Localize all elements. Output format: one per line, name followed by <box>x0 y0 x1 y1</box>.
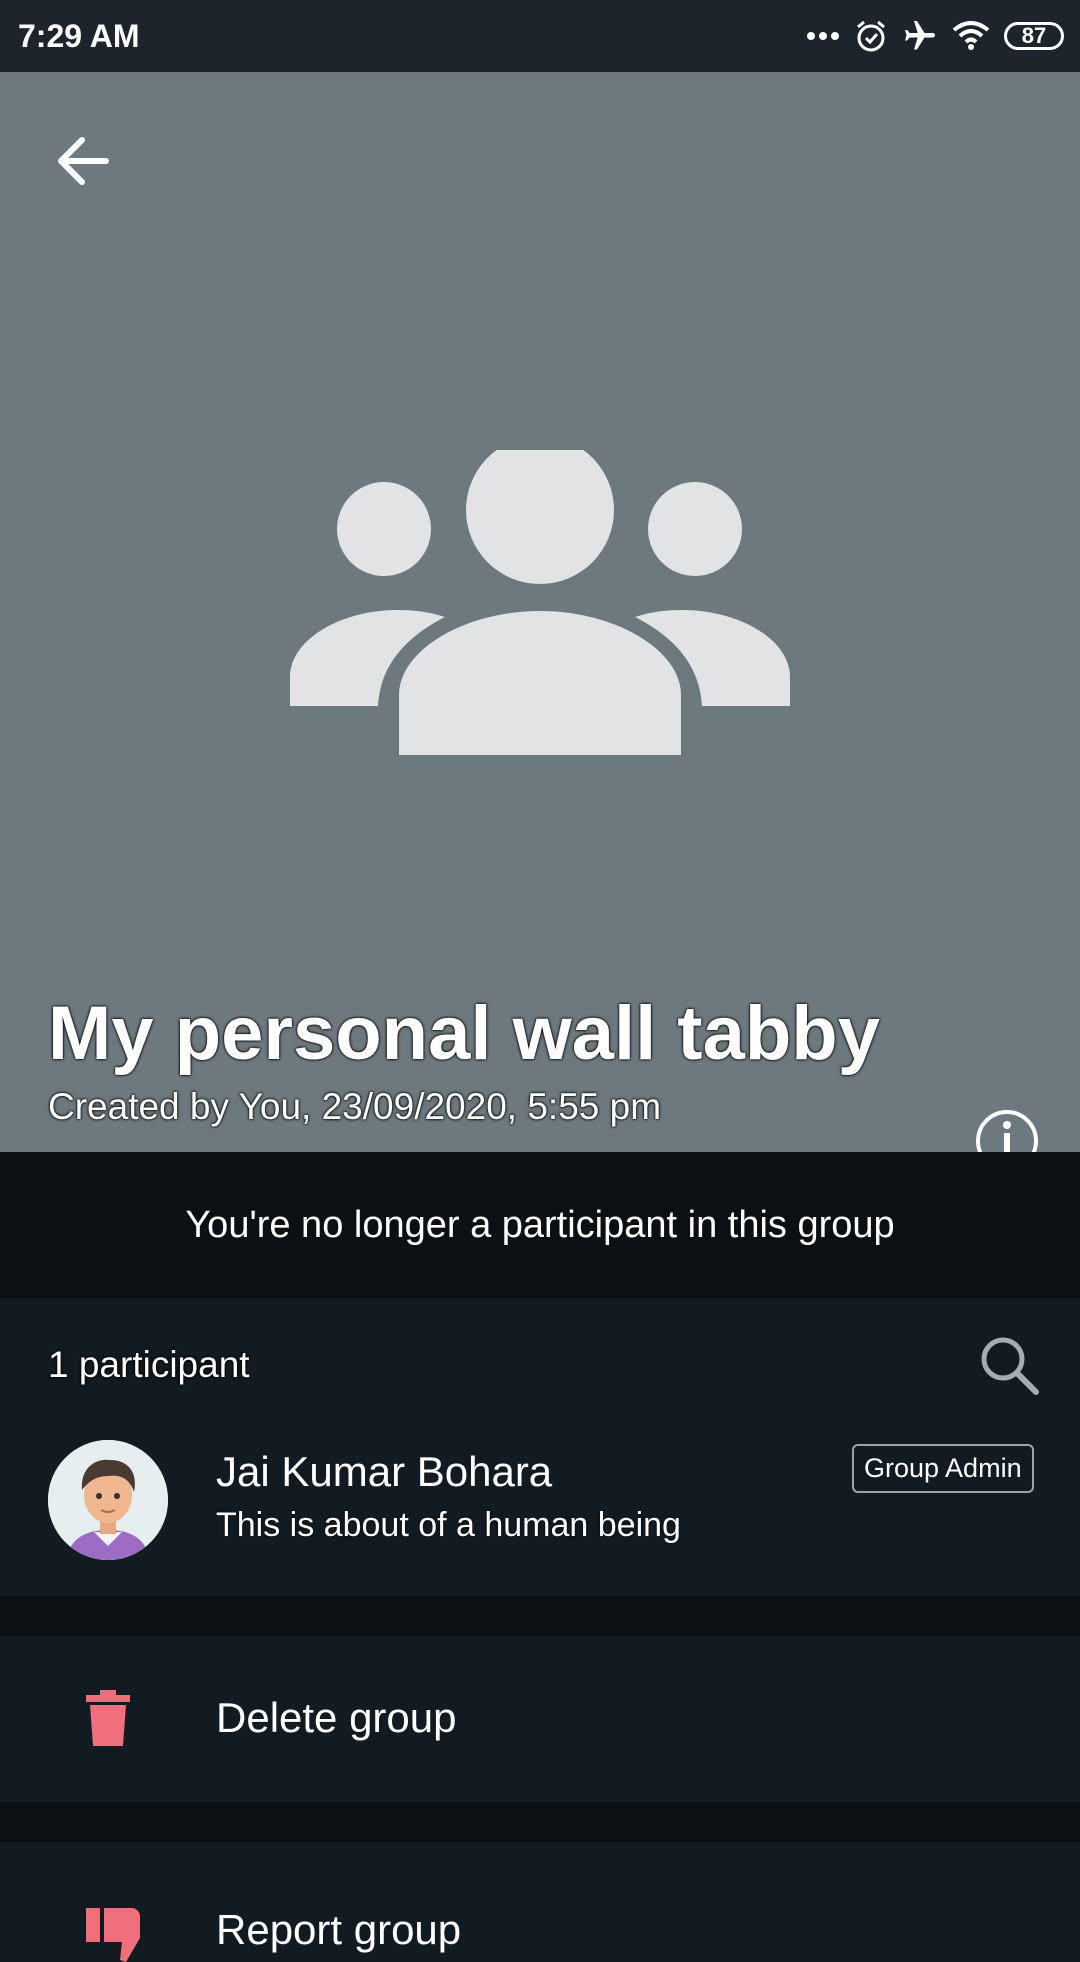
participants-section: 1 participant Jai Kumar Bohara This is a… <box>0 1298 1080 1596</box>
status-icons: 87 <box>806 14 1064 58</box>
participant-row[interactable]: Jai Kumar Bohara This is about of a huma… <box>0 1430 1080 1580</box>
search-icon <box>976 1337 1042 1402</box>
group-icon[interactable] <box>280 436 800 775</box>
search-participants-button[interactable] <box>976 1332 1042 1398</box>
group-created-info: Created by You, 23/09/2020, 5:55 pm <box>48 1086 662 1127</box>
participant-status: This is about of a human being <box>216 1506 681 1544</box>
delete-group-button[interactable]: Delete group <box>0 1636 1080 1802</box>
status-time: 7:29 AM <box>18 18 140 54</box>
wifi-icon <box>952 20 990 52</box>
report-group-label: Report group <box>216 1906 462 1953</box>
alarm-icon <box>854 19 888 53</box>
group-header: My personal wall tabby Created by You, 2… <box>0 72 1080 1172</box>
status-bar: 7:29 AM 87 <box>0 0 1080 72</box>
group-title: My personal wall tabby <box>48 991 880 1076</box>
arrow-left-icon <box>56 136 110 191</box>
airplane-icon <box>902 18 938 54</box>
no-longer-participant-notice: You're no longer a participant in this g… <box>0 1152 1080 1298</box>
delete-group-label: Delete group <box>216 1694 457 1741</box>
battery-icon: 87 <box>1004 22 1064 50</box>
report-group-button[interactable]: Report group <box>0 1842 1080 1962</box>
participants-count: 1 participant <box>48 1344 250 1385</box>
group-admin-badge: Group Admin <box>852 1444 1034 1493</box>
more-dots-icon <box>806 31 840 41</box>
thumbs-down-icon <box>86 1908 142 1962</box>
back-button[interactable] <box>48 128 118 198</box>
trash-icon <box>86 1690 130 1751</box>
avatar[interactable] <box>48 1440 168 1560</box>
participant-name: Jai Kumar Bohara <box>216 1448 553 1495</box>
